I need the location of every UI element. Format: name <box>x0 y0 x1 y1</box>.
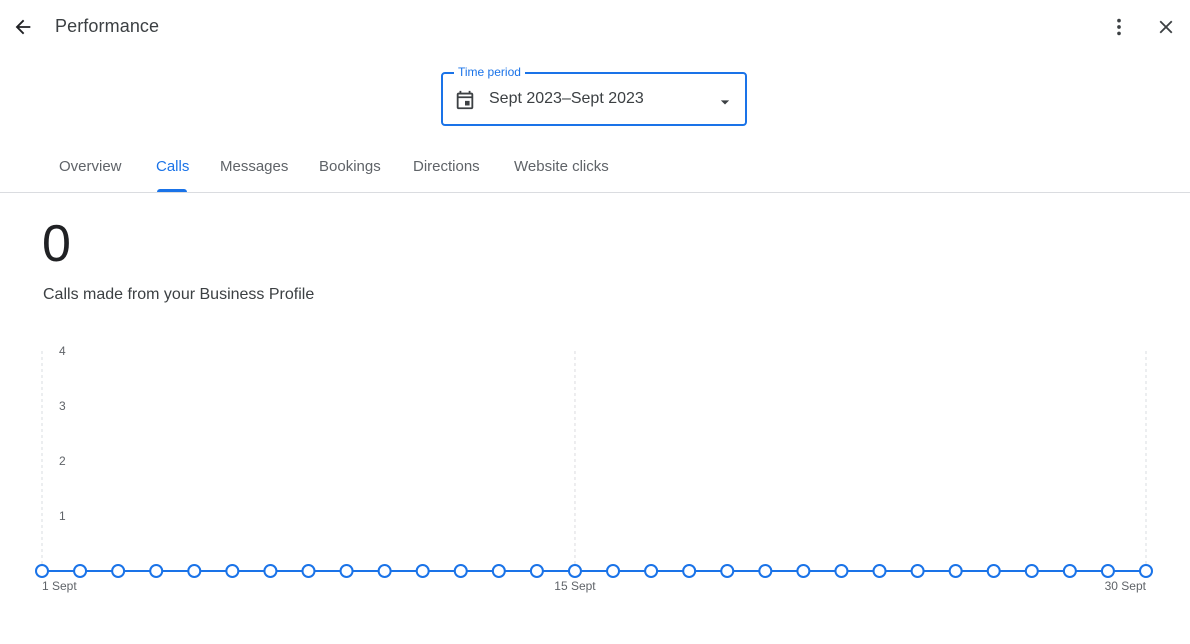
more-options-button[interactable] <box>1102 10 1136 44</box>
dropdown-arrow-icon <box>720 100 730 105</box>
data-point <box>682 564 697 578</box>
time-period-label: Time period <box>454 65 525 79</box>
y-tick-label: 3 <box>59 399 66 413</box>
calendar-icon <box>456 90 474 110</box>
tab-directions[interactable]: Directions <box>413 158 480 175</box>
tab-website-clicks[interactable]: Website clicks <box>514 158 609 175</box>
active-tab-indicator <box>157 189 187 192</box>
data-point <box>1139 564 1153 578</box>
time-period-value: Sept 2023–Sept 2023 <box>489 90 644 107</box>
data-point <box>301 564 316 578</box>
calls-count: 0 <box>42 215 71 273</box>
time-period-select[interactable]: Time period Sept 2023–Sept 2023 <box>441 65 747 126</box>
x-tick-label: 1 Sept <box>42 579 77 593</box>
data-point <box>453 564 468 578</box>
data-point <box>149 564 164 578</box>
data-point <box>491 564 506 578</box>
data-point <box>948 564 963 578</box>
page-title: Performance <box>55 16 160 36</box>
data-point <box>720 564 735 578</box>
y-tick-label: 4 <box>59 344 66 358</box>
data-point <box>111 564 126 578</box>
data-point <box>872 564 887 578</box>
data-point <box>225 564 240 578</box>
data-point <box>73 564 88 578</box>
x-tick-label: 15 Sept <box>554 579 596 593</box>
data-point <box>35 564 49 578</box>
metric-tabs: Overview Calls Messages Bookings Directi… <box>0 146 1190 193</box>
back-button[interactable] <box>6 10 40 44</box>
data-point <box>834 564 849 578</box>
tab-overview[interactable]: Overview <box>59 158 122 175</box>
arrow-back-icon <box>15 19 31 35</box>
tab-calls[interactable]: Calls <box>156 158 189 175</box>
close-button[interactable] <box>1149 10 1183 44</box>
data-point <box>606 564 621 578</box>
data-point <box>1062 564 1077 578</box>
x-tick-label: 30 Sept <box>1105 579 1147 593</box>
tab-bookings[interactable]: Bookings <box>319 158 381 175</box>
y-tick-label: 1 <box>59 509 66 523</box>
data-point <box>910 564 925 578</box>
more-vert-icon <box>1117 18 1121 36</box>
data-point <box>1024 564 1039 578</box>
data-point <box>529 564 544 578</box>
data-point <box>567 564 582 578</box>
calls-count-label: Calls made from your Business Profile <box>43 286 315 303</box>
tab-messages[interactable]: Messages <box>220 158 288 175</box>
y-tick-label: 2 <box>59 454 66 468</box>
data-point <box>986 564 1001 578</box>
data-point <box>339 564 354 578</box>
data-point <box>187 564 202 578</box>
data-point <box>377 564 392 578</box>
data-point <box>263 564 278 578</box>
data-point <box>644 564 659 578</box>
data-point <box>796 564 811 578</box>
data-point <box>415 564 430 578</box>
data-point <box>1100 564 1115 578</box>
close-icon <box>1159 20 1173 34</box>
data-point <box>758 564 773 578</box>
calls-line-chart: 1 2 3 4 1 Sept 15 Sept 30 Sept <box>35 344 1153 593</box>
